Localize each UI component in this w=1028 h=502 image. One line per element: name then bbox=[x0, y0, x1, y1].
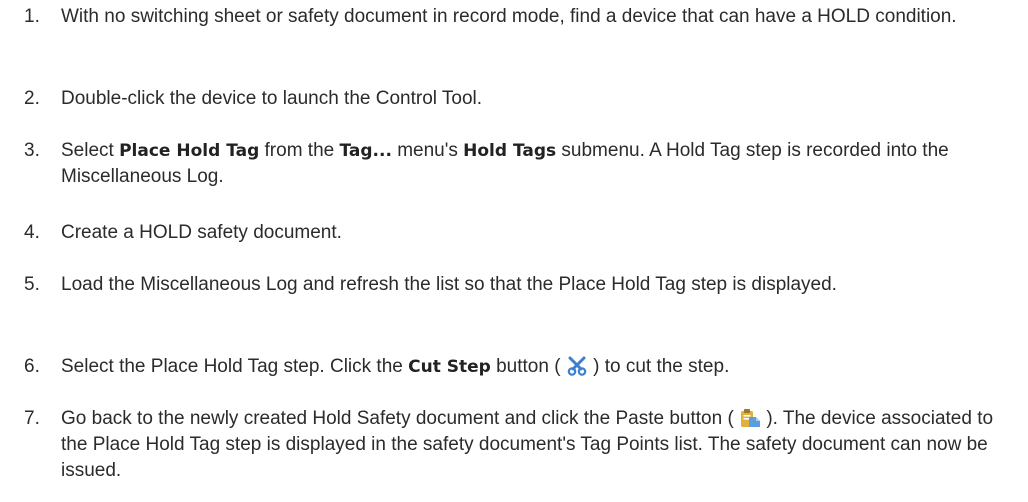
tag-menu-label: Tag... bbox=[339, 141, 392, 161]
step-text-segment: Select the Place Hold Tag step. Click th… bbox=[61, 356, 409, 377]
hold-tags-submenu-label: Hold Tags bbox=[463, 141, 557, 161]
step-text-segment: Select bbox=[61, 140, 120, 161]
step-text-segment: from the bbox=[259, 140, 340, 161]
step-text-segment: Go back to the newly created Hold Safety… bbox=[61, 408, 740, 429]
step-text: Load the Miscellaneous Log and refresh t… bbox=[61, 274, 837, 295]
place-hold-tag-menu-label: Place Hold Tag bbox=[119, 141, 260, 161]
paste-icon bbox=[739, 408, 761, 428]
step-text: Select Place Hold Tag from the Tag... me… bbox=[61, 138, 1011, 190]
step-text: With no switching sheet or safety docume… bbox=[61, 6, 957, 27]
cut-step-button-label: Cut Step bbox=[408, 357, 491, 377]
step-number: 7. bbox=[24, 408, 40, 429]
step-number: 5. bbox=[24, 274, 40, 295]
step-number: 6. bbox=[24, 356, 40, 377]
step-text-segment: ) to cut the step. bbox=[587, 356, 730, 377]
scissors-icon bbox=[566, 356, 588, 376]
step-text: Double-click the device to launch the Co… bbox=[61, 88, 483, 109]
step-number: 3. bbox=[24, 140, 40, 161]
step-text-segment: menu's bbox=[391, 140, 464, 161]
step-text: Select the Place Hold Tag step. Click th… bbox=[61, 354, 1011, 380]
step-number: 1. bbox=[24, 6, 40, 27]
step-text: Create a HOLD safety document. bbox=[61, 222, 342, 243]
step-text-segment: button ( bbox=[490, 356, 566, 377]
step-text: Go back to the newly created Hold Safety… bbox=[61, 406, 1011, 484]
step-number: 2. bbox=[24, 88, 40, 109]
step-number: 4. bbox=[24, 222, 40, 243]
